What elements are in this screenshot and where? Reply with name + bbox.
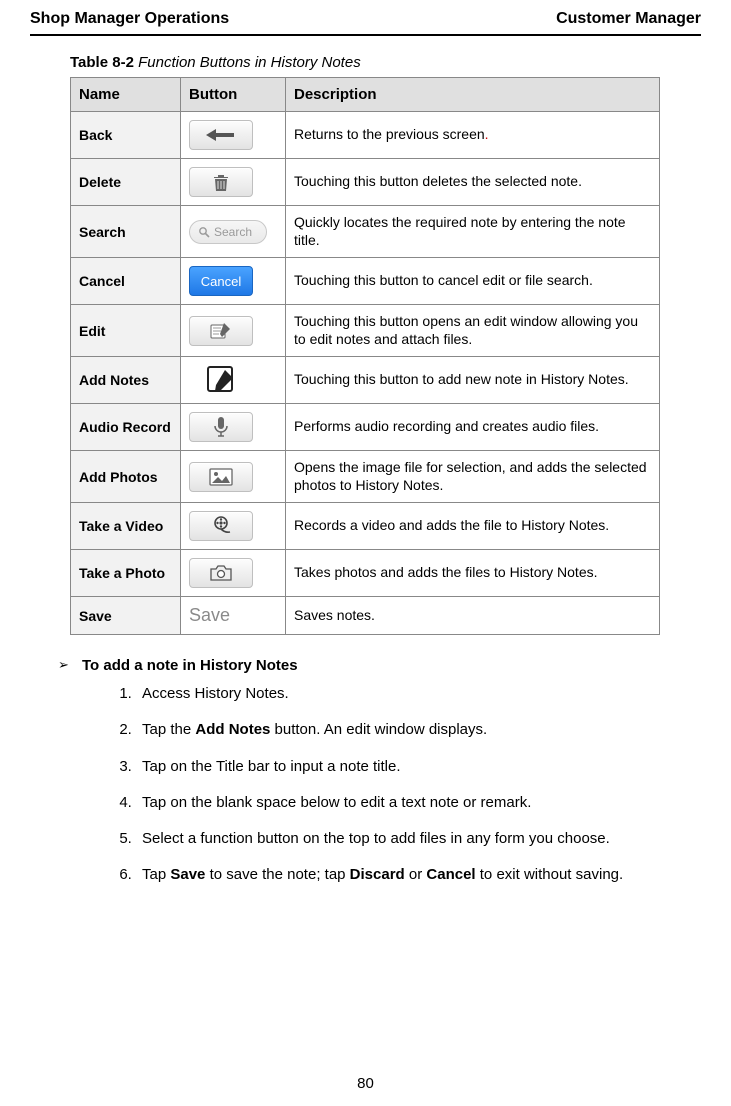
col-name: Name	[71, 78, 181, 112]
table-row: Edit Touching this button opens an edit …	[71, 305, 660, 357]
table-header-row: Name Button Description	[71, 78, 660, 112]
table-row: Save Save Saves notes.	[71, 597, 660, 635]
trash-icon	[212, 172, 230, 192]
row-name: Save	[71, 597, 181, 635]
row-desc: Performs audio recording and creates aud…	[286, 404, 660, 451]
row-desc: Touching this button to add new note in …	[286, 357, 660, 404]
procedure-title: To add a note in History Notes	[82, 657, 701, 674]
row-name: Take a Video	[71, 503, 181, 550]
header-right: Customer Manager	[556, 10, 701, 28]
video-reel-icon	[210, 515, 232, 537]
row-name: Add Notes	[71, 357, 181, 404]
row-name: Back	[71, 112, 181, 159]
row-desc: Touching this button opens an edit windo…	[286, 305, 660, 357]
table-row: Cancel Cancel Touching this button to ca…	[71, 258, 660, 305]
row-name: Edit	[71, 305, 181, 357]
add-notes-button[interactable]	[189, 365, 253, 395]
delete-button[interactable]	[189, 167, 253, 197]
table-row: Audio Record Performs audio recording an…	[71, 404, 660, 451]
row-name: Take a Photo	[71, 550, 181, 597]
row-desc: Records a video and adds the file to His…	[286, 503, 660, 550]
table-row: Take a Photo Takes photos and adds the f…	[71, 550, 660, 597]
page-header: Shop Manager Operations Customer Manager	[30, 10, 701, 36]
row-desc: Quickly locates the required note by ent…	[286, 206, 660, 258]
row-name: Cancel	[71, 258, 181, 305]
header-left: Shop Manager Operations	[30, 10, 229, 28]
compose-icon	[205, 364, 237, 396]
picture-icon	[209, 468, 233, 486]
table-row: Search Search Quickly locates the requir…	[71, 206, 660, 258]
save-button[interactable]: Save	[189, 605, 230, 626]
row-desc: Returns to the previous screen.	[286, 112, 660, 159]
back-button[interactable]	[189, 120, 253, 150]
search-field[interactable]: Search	[189, 220, 267, 244]
table-caption: Table 8-2 Function Buttons in History No…	[70, 54, 701, 71]
search-placeholder: Search	[214, 225, 252, 239]
table-number: Table 8-2	[70, 54, 134, 71]
edit-button[interactable]	[189, 316, 253, 346]
add-photos-button[interactable]	[189, 462, 253, 492]
table-row: Add Photos Opens the image file for sele…	[71, 451, 660, 503]
step-5: Select a function button on the top to a…	[136, 829, 661, 849]
search-icon	[198, 226, 210, 238]
camera-icon	[209, 564, 233, 582]
table-row: Back Returns to the previous screen.	[71, 112, 660, 159]
step-6: Tap Save to save the note; tap Discard o…	[136, 865, 661, 885]
back-arrow-icon	[204, 127, 238, 143]
row-desc: Touching this button to cancel edit or f…	[286, 258, 660, 305]
microphone-icon	[214, 416, 228, 438]
take-video-button[interactable]	[189, 511, 253, 541]
row-desc: Touching this button deletes the selecte…	[286, 159, 660, 206]
row-name: Delete	[71, 159, 181, 206]
row-name: Add Photos	[71, 451, 181, 503]
procedure-steps: Access History Notes. Tap the Add Notes …	[96, 684, 661, 886]
function-buttons-table: Name Button Description Back Returns to …	[70, 77, 660, 635]
page-number: 80	[0, 1075, 731, 1092]
step-3: Tap on the Title bar to input a note tit…	[136, 757, 661, 777]
take-photo-button[interactable]	[189, 558, 253, 588]
step-4: Tap on the blank space below to edit a t…	[136, 793, 661, 813]
table-row: Add Notes Touching this button to add ne…	[71, 357, 660, 404]
row-name: Search	[71, 206, 181, 258]
cancel-button[interactable]: Cancel	[189, 266, 253, 296]
row-desc: Saves notes.	[286, 597, 660, 635]
row-desc: Opens the image file for selection, and …	[286, 451, 660, 503]
col-button: Button	[181, 78, 286, 112]
row-desc: Takes photos and adds the files to Histo…	[286, 550, 660, 597]
step-2: Tap the Add Notes button. An edit window…	[136, 720, 661, 740]
audio-record-button[interactable]	[189, 412, 253, 442]
cancel-label: Cancel	[190, 267, 252, 295]
row-name: Audio Record	[71, 404, 181, 451]
table-row: Take a Video Records	[71, 503, 660, 550]
col-description: Description	[286, 78, 660, 112]
edit-note-icon	[210, 322, 232, 340]
table-title: Function Buttons in History Notes	[138, 54, 361, 71]
step-1: Access History Notes.	[136, 684, 661, 704]
table-row: Delete Touching this button deletes the …	[71, 159, 660, 206]
